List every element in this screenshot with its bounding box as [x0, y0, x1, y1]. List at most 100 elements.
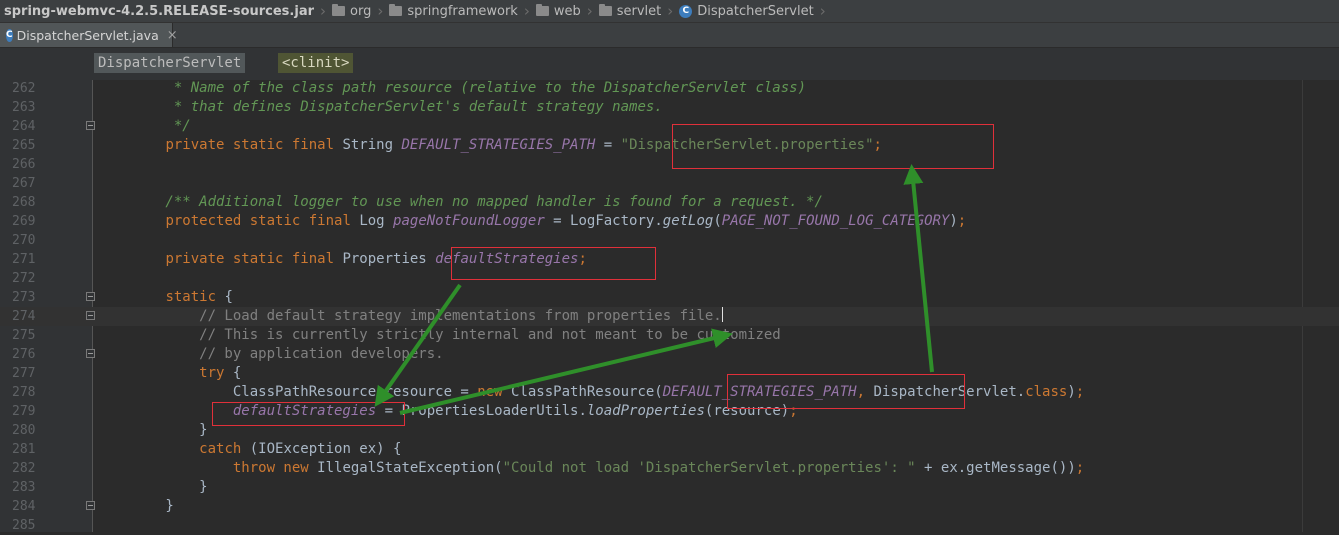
code-token: static — [165, 289, 225, 305]
line-number: 284 — [12, 499, 36, 514]
nav-member-chip[interactable]: <clinit> — [278, 53, 354, 73]
code-token: Properties — [342, 251, 436, 267]
code-line[interactable]: 277 try { — [0, 364, 1339, 383]
breadcrumb-label: springframework — [407, 3, 518, 19]
code-text: } — [98, 421, 208, 440]
fold-marker-icon[interactable] — [86, 349, 95, 358]
code-token: { — [224, 289, 233, 305]
code-token: = PropertiesLoaderUtils. — [376, 403, 587, 419]
breadcrumb-servlet[interactable]: servlet — [595, 0, 666, 22]
code-line[interactable]: 279 defaultStrategies = PropertiesLoader… — [0, 402, 1339, 421]
code-token: private static final — [165, 137, 343, 153]
code-token: "DispatcherServlet.properties" — [620, 137, 874, 153]
code-text: /** Additional logger to use when no map… — [98, 193, 822, 212]
code-token: try — [199, 365, 233, 381]
code-line[interactable]: 268 /** Additional logger to use when no… — [0, 193, 1339, 212]
code-text: catch (IOException ex) { — [98, 440, 401, 459]
code-token: getLog — [662, 213, 714, 229]
code-token: IllegalStateException( — [317, 460, 503, 476]
tab-label: DispatcherServlet.java — [16, 27, 159, 43]
code-line[interactable]: 281 catch (IOException ex) { — [0, 440, 1339, 459]
nav-class-chip[interactable]: DispatcherServlet — [94, 53, 246, 73]
code-token: , — [856, 384, 874, 400]
code-line[interactable]: 263 * that defines DispatcherServlet's d… — [0, 98, 1339, 117]
code-token: ; — [1075, 384, 1085, 400]
breadcrumb-label: org — [350, 3, 372, 19]
code-line[interactable]: 276 // by application developers. — [0, 345, 1339, 364]
breadcrumb-separator: › — [377, 2, 384, 20]
fold-marker-icon[interactable] — [86, 311, 95, 320]
code-text: */ — [98, 117, 191, 136]
code-token: ; — [873, 137, 882, 153]
code-token: } — [98, 498, 174, 514]
code-line[interactable]: 270 — [0, 231, 1339, 250]
line-number: 281 — [12, 442, 36, 457]
breadcrumb-separator: › — [819, 2, 826, 20]
code-line[interactable]: 284 } — [0, 497, 1339, 516]
code-line[interactable]: 280 } — [0, 421, 1339, 440]
breadcrumb-separator: › — [320, 2, 327, 20]
line-number: 265 — [12, 138, 36, 153]
code-line[interactable]: 275 // This is currently strictly intern… — [0, 326, 1339, 345]
line-number: 275 — [12, 328, 36, 343]
code-text: throw new IllegalStateException("Could n… — [98, 459, 1084, 478]
breadcrumb-dispatcherservlet[interactable]: C DispatcherServlet — [675, 0, 817, 22]
code-line[interactable]: 271 private static final Properties defa… — [0, 250, 1339, 269]
breadcrumb-org[interactable]: org — [328, 0, 375, 22]
code-text: } — [98, 478, 207, 497]
breadcrumb-separator: › — [667, 2, 674, 20]
code-line[interactable]: 267 — [0, 174, 1339, 193]
code-line[interactable]: 269 protected static final Log pageNotFo… — [0, 212, 1339, 231]
code-token: */ — [98, 118, 191, 134]
code-line[interactable]: 283 } — [0, 478, 1339, 497]
code-token: ClassPathResource resource = — [98, 384, 478, 400]
code-token: = LogFactory. — [544, 213, 663, 229]
breadcrumb-web[interactable]: web — [532, 0, 585, 22]
tab-dispatcherservlet-java[interactable]: C DispatcherServlet.java × — [0, 23, 178, 47]
breadcrumb-springframework[interactable]: springframework — [385, 0, 521, 22]
code-token: DEFAULT_STRATEGIES_PATH — [662, 384, 857, 400]
code-token: + ex.getMessage()) — [915, 460, 1076, 476]
code-token: ; — [1075, 460, 1085, 476]
fold-marker-icon[interactable] — [86, 501, 95, 510]
code-line[interactable]: 278 ClassPathResource resource = new Cla… — [0, 383, 1339, 402]
code-line[interactable]: 262 * Name of the class path resource (r… — [0, 79, 1339, 98]
code-line[interactable]: 274 // Load default strategy implementat… — [0, 307, 1339, 326]
code-text: * that defines DispatcherServlet's defau… — [98, 98, 663, 117]
breadcrumb-jar[interactable]: spring-webmvc-4.2.5.RELEASE-sources.jar — [0, 0, 318, 22]
code-token: DispatcherServlet. — [873, 384, 1026, 400]
code-token: ; — [578, 251, 587, 267]
code-line[interactable]: 264 */ — [0, 117, 1339, 136]
code-line[interactable]: 282 throw new IllegalStateException("Cou… — [0, 459, 1339, 478]
code-token: "Could not load 'DispatcherServlet.prope… — [502, 460, 916, 476]
breadcrumb-label: servlet — [616, 3, 662, 19]
code-token: * that defines DispatcherServlet's defau… — [98, 99, 663, 115]
code-token: loadProperties — [586, 403, 705, 419]
fold-marker-icon[interactable] — [86, 121, 95, 130]
code-token: // by application developers. — [98, 346, 444, 362]
folder-icon — [332, 4, 346, 16]
code-token: ClassPathResource( — [511, 384, 663, 400]
code-token: } — [98, 422, 208, 438]
code-line[interactable]: 266 — [0, 155, 1339, 174]
code-token: { — [232, 365, 242, 381]
code-line[interactable]: 265 private static final String DEFAULT_… — [0, 136, 1339, 155]
folder-icon — [598, 4, 612, 16]
fold-marker-icon[interactable] — [86, 292, 95, 301]
code-text: // by application developers. — [98, 345, 444, 364]
line-number: 266 — [12, 157, 36, 172]
code-line[interactable]: 272 — [0, 269, 1339, 288]
close-icon[interactable]: × — [167, 28, 178, 43]
code-text: * Name of the class path resource (relat… — [98, 79, 806, 98]
code-line[interactable]: 273 static { — [0, 288, 1339, 307]
code-token: (IOException ex) { — [249, 441, 402, 457]
code-token: ; — [957, 213, 967, 229]
class-icon: C — [679, 4, 693, 18]
code-token: // This is currently strictly internal a… — [98, 327, 781, 343]
code-line[interactable]: 285 — [0, 516, 1339, 535]
